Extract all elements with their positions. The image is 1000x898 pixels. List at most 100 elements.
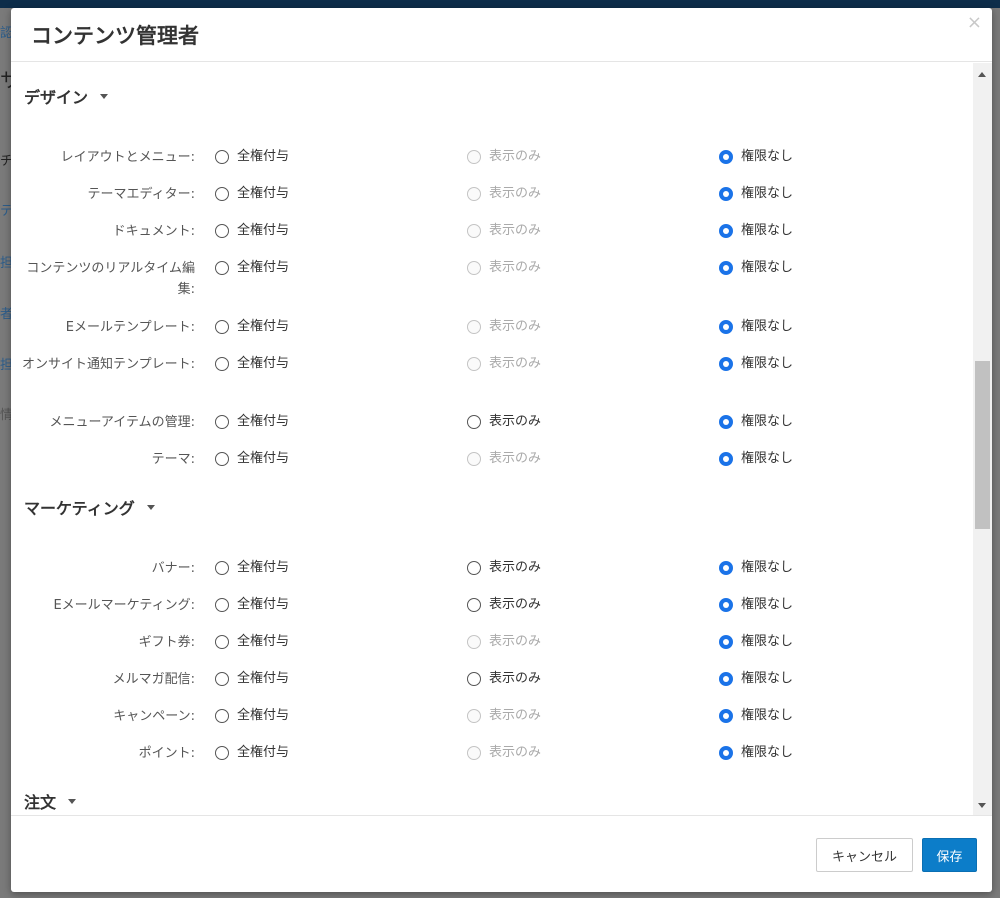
radio-button[interactable] [719, 261, 733, 275]
radio-button[interactable] [215, 709, 229, 723]
radio-label: 全権付与 [237, 597, 290, 612]
radio-option-none[interactable]: 権限なし [719, 185, 793, 203]
radio-button[interactable] [215, 452, 229, 466]
radio-label: 権限なし [741, 671, 794, 686]
radio-option-view: 表示のみ [467, 259, 541, 277]
radio-option-none[interactable]: 権限なし [719, 633, 793, 651]
radio-option-none[interactable]: 権限なし [719, 596, 793, 614]
radio-option-full[interactable]: 全権付与 [215, 670, 289, 688]
radio-option-view[interactable]: 表示のみ [467, 413, 541, 431]
radio-button[interactable] [215, 635, 229, 649]
radio-button[interactable] [719, 672, 733, 686]
radio-option-none[interactable]: 権限なし [719, 355, 793, 373]
radio-option-none[interactable]: 権限なし [719, 670, 793, 688]
radio-option-view: 表示のみ [467, 707, 541, 725]
radio-button[interactable] [719, 224, 733, 238]
radio-option-full[interactable]: 全権付与 [215, 450, 289, 468]
permission-label: テーマエディター: [87, 187, 195, 202]
radio-label: 全権付与 [237, 260, 290, 275]
radio-button[interactable] [719, 357, 733, 371]
scroll-down-icon[interactable] [978, 803, 986, 808]
radio-option-none[interactable]: 権限なし [719, 413, 793, 431]
radio-button[interactable] [467, 561, 481, 575]
radio-button[interactable] [215, 415, 229, 429]
radio-button[interactable] [215, 150, 229, 164]
permission-label: レイアウトとメニュー: [60, 150, 195, 165]
radio-button[interactable] [215, 672, 229, 686]
radio-button[interactable] [215, 746, 229, 760]
radio-button[interactable] [719, 746, 733, 760]
radio-label: 権限なし [741, 451, 794, 466]
radio-option-full[interactable]: 全権付与 [215, 413, 289, 431]
radio-option-full[interactable]: 全権付与 [215, 559, 289, 577]
radio-option-view[interactable]: 表示のみ [467, 596, 541, 614]
radio-option-view[interactable]: 表示のみ [467, 670, 541, 688]
save-button[interactable]: 保存 [922, 838, 977, 872]
radio-button[interactable] [719, 187, 733, 201]
cancel-button[interactable]: キャンセル [816, 838, 913, 872]
radio-button[interactable] [215, 187, 229, 201]
close-icon[interactable]: × [967, 14, 982, 32]
radio-option-none[interactable]: 権限なし [719, 148, 793, 166]
radio-option-full[interactable]: 全権付与 [215, 222, 289, 240]
radio-button [467, 746, 481, 760]
radio-option-full[interactable]: 全権付与 [215, 185, 289, 203]
radio-button[interactable] [215, 224, 229, 238]
radio-button[interactable] [215, 320, 229, 334]
scrollbar[interactable] [973, 63, 992, 815]
scroll-thumb[interactable] [975, 361, 990, 529]
radio-label: 全権付与 [237, 708, 290, 723]
radio-label: 表示のみ [489, 634, 542, 649]
radio-button[interactable] [467, 415, 481, 429]
radio-button [467, 261, 481, 275]
radio-button[interactable] [719, 598, 733, 612]
radio-button[interactable] [215, 357, 229, 371]
radio-button[interactable] [215, 261, 229, 275]
section-header[interactable]: 注文 [24, 789, 77, 813]
radio-option-none[interactable]: 権限なし [719, 559, 793, 577]
radio-button[interactable] [719, 709, 733, 723]
radio-button [467, 187, 481, 201]
radio-button[interactable] [719, 415, 733, 429]
radio-option-full[interactable]: 全権付与 [215, 355, 289, 373]
section-title: 注文 [24, 793, 57, 812]
radio-option-full[interactable]: 全権付与 [215, 707, 289, 725]
radio-button[interactable] [467, 598, 481, 612]
radio-button[interactable] [719, 150, 733, 164]
radio-option-none[interactable]: 権限なし [719, 222, 793, 240]
radio-button[interactable] [215, 598, 229, 612]
caret-down-icon [100, 93, 109, 99]
permission-label: バナー: [151, 561, 195, 576]
radio-option-none[interactable]: 権限なし [719, 450, 793, 468]
radio-label: 権限なし [741, 560, 794, 575]
radio-option-full[interactable]: 全権付与 [215, 259, 289, 277]
radio-option-full[interactable]: 全権付与 [215, 744, 289, 762]
radio-option-none[interactable]: 権限なし [719, 318, 793, 336]
radio-button[interactable] [719, 561, 733, 575]
radio-option-none[interactable]: 権限なし [719, 744, 793, 762]
radio-option-view[interactable]: 表示のみ [467, 559, 541, 577]
section-header[interactable]: マーケティング [24, 495, 155, 519]
section-header[interactable]: デザイン [24, 84, 109, 108]
radio-button[interactable] [467, 672, 481, 686]
scroll-up-icon[interactable] [978, 72, 986, 77]
radio-button[interactable] [719, 452, 733, 466]
permission-label: Eメールマーケティング: [53, 598, 195, 613]
radio-option-view: 表示のみ [467, 318, 541, 336]
radio-option-full[interactable]: 全権付与 [215, 633, 289, 651]
radio-button[interactable] [719, 635, 733, 649]
radio-label: 全権付与 [237, 671, 290, 686]
radio-button[interactable] [215, 561, 229, 575]
radio-label: 権限なし [741, 414, 794, 429]
radio-option-view: 表示のみ [467, 633, 541, 651]
radio-option-none[interactable]: 権限なし [719, 707, 793, 725]
radio-option-full[interactable]: 全権付与 [215, 596, 289, 614]
radio-button[interactable] [719, 320, 733, 334]
permission-label: キャンペーン: [113, 709, 195, 724]
radio-option-full[interactable]: 全権付与 [215, 318, 289, 336]
radio-option-none[interactable]: 権限なし [719, 259, 793, 277]
modal-footer: キャンセル 保存 [11, 815, 992, 892]
radio-label: 表示のみ [489, 560, 542, 575]
modal-body: デザイン レイアウトとメニュー: 全権付与 表示のみ 権限なし テーマエディター: 全権付与… [11, 63, 992, 815]
radio-option-full[interactable]: 全権付与 [215, 148, 289, 166]
